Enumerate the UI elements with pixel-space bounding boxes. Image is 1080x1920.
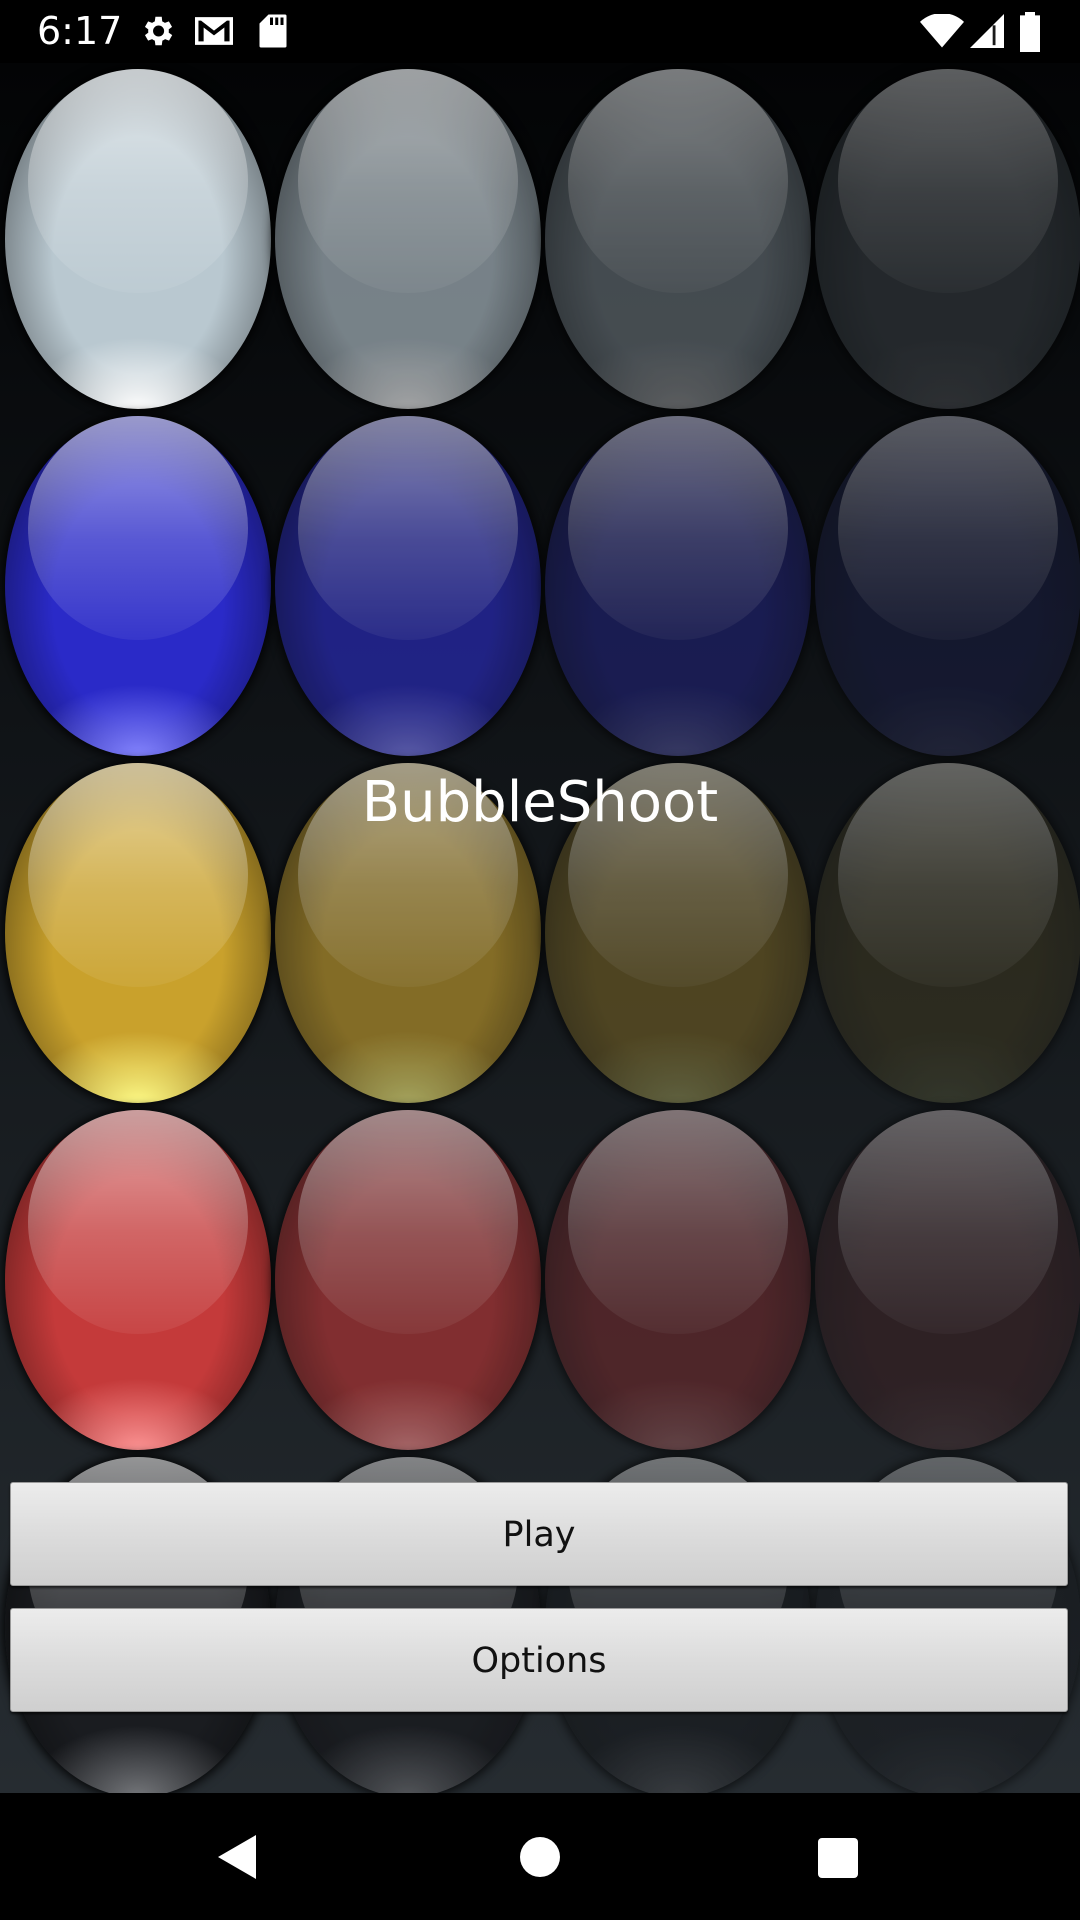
bubble-red [5, 1110, 271, 1450]
gear-icon [144, 16, 173, 46]
bubble-white [815, 69, 1080, 409]
bubble-white [545, 69, 811, 409]
bubble-red [545, 1110, 811, 1450]
home-icon[interactable] [520, 1837, 560, 1877]
bubble-white [5, 69, 271, 409]
recents-icon[interactable] [818, 1838, 858, 1878]
screen: 6:17 BubbleShoot Play Options [0, 0, 1080, 1920]
options-button[interactable]: Options [10, 1608, 1068, 1712]
bubble-blue [275, 416, 541, 756]
bubble-red [275, 1110, 541, 1450]
back-icon[interactable] [218, 1835, 258, 1879]
navigation-bar [0, 1793, 1080, 1920]
wifi-icon [920, 14, 964, 48]
battery-icon [1020, 12, 1040, 52]
bubble-red [815, 1110, 1080, 1450]
bubble-blue [545, 416, 811, 756]
status-bar: 6:17 [0, 0, 1080, 63]
play-button[interactable]: Play [10, 1482, 1068, 1586]
app-title: BubbleShoot [361, 770, 719, 835]
status-time: 6:17 [37, 9, 123, 53]
gmail-icon [195, 17, 233, 45]
bubble-blue [5, 416, 271, 756]
bubble-white [275, 69, 541, 409]
sd-card-icon [259, 14, 287, 48]
cell-signal-icon [970, 14, 1004, 48]
bubble-blue [815, 416, 1080, 756]
